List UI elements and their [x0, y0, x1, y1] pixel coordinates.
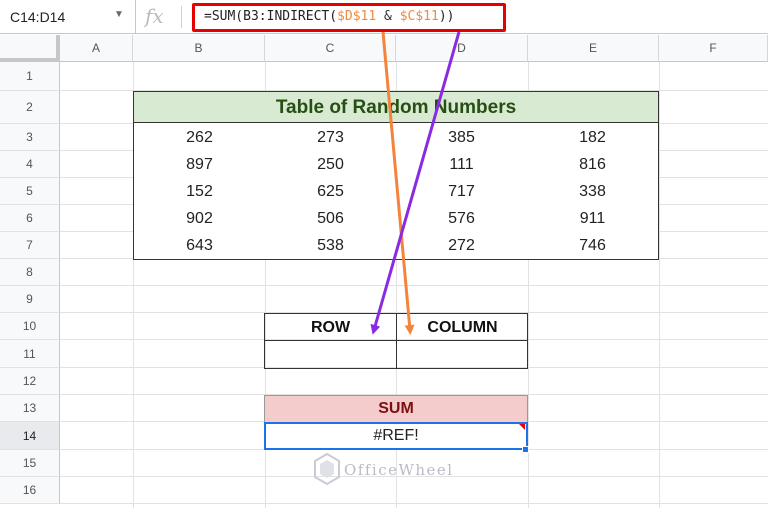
annotation-arrows: [370, 31, 461, 335]
